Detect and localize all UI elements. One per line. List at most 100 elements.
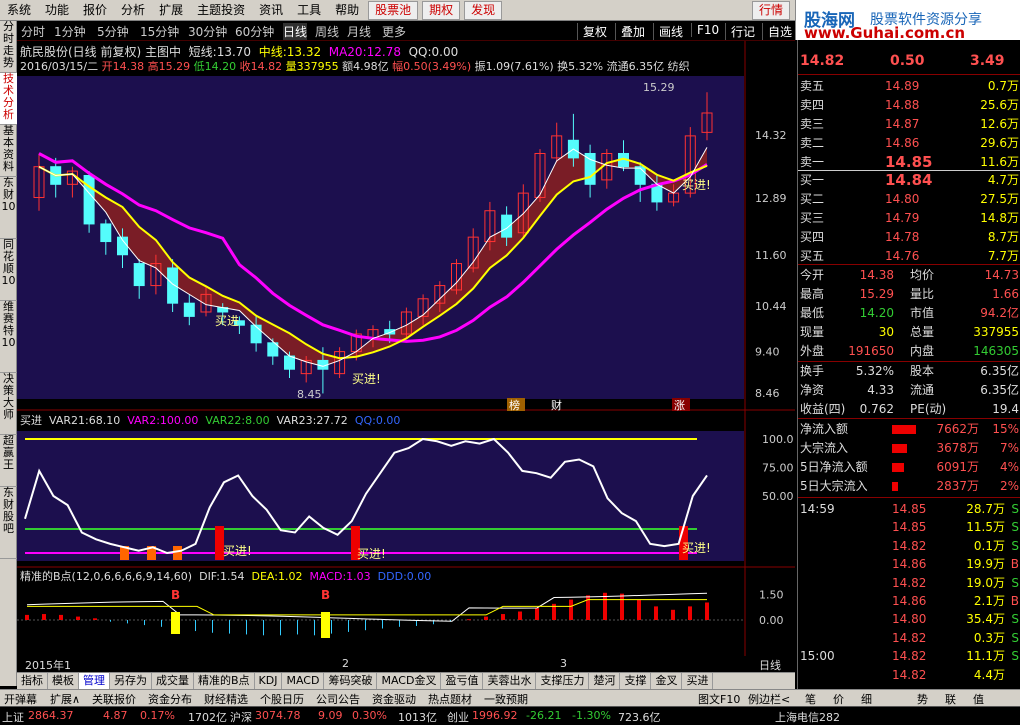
tick-row[interactable]: 14.82 0.1万 S bbox=[800, 537, 1019, 556]
left-tab-chaoying[interactable]: 超赢王 bbox=[0, 435, 17, 487]
ask-row[interactable]: 卖五 14.89 0.7万 bbox=[800, 77, 1019, 96]
tab-f10-graph[interactable]: 图文F10 bbox=[698, 691, 740, 707]
left-tab-timeshare[interactable]: 分时走势 bbox=[0, 21, 17, 73]
menu-system[interactable]: 系统 bbox=[0, 0, 38, 21]
tab-tick[interactable]: 笔 bbox=[805, 691, 816, 707]
menu-options[interactable]: 期权 bbox=[422, 0, 461, 20]
sz-label[interactable]: 沪深 bbox=[230, 709, 252, 725]
menu-quote[interactable]: 报价 bbox=[76, 0, 114, 21]
tick-row[interactable]: 14.82 0.3万 S bbox=[800, 629, 1019, 648]
left-tab-guba[interactable]: 东财股吧 bbox=[0, 487, 17, 559]
ask-row[interactable]: 卖三 14.87 12.6万 bbox=[800, 115, 1019, 134]
bid-row[interactable]: 买四 14.78 8.7万 bbox=[800, 228, 1019, 247]
tab-danmaku[interactable]: 开弹幕 bbox=[4, 691, 37, 707]
menu-function[interactable]: 功能 bbox=[38, 0, 76, 21]
tab-fund-drive[interactable]: 资金驱动 bbox=[372, 691, 416, 707]
tab-chuhe[interactable]: 楚河 bbox=[589, 673, 621, 689]
tick-row[interactable]: 14.86 19.9万 B bbox=[800, 555, 1019, 574]
left-tab-tech-analysis[interactable]: 技术分析 bbox=[0, 73, 17, 125]
draw-line-button[interactable]: 画线 bbox=[653, 23, 683, 40]
tab-golden-cross[interactable]: 金叉 bbox=[651, 673, 683, 689]
note-button[interactable]: 行记 bbox=[725, 23, 755, 40]
tab-related-quote[interactable]: 关联报价 bbox=[92, 691, 136, 707]
overlay-button[interactable]: 叠加 bbox=[615, 23, 645, 40]
left-tab-wst10[interactable]: 维赛特10 bbox=[0, 301, 17, 373]
period-timeshare[interactable]: 分时 bbox=[21, 23, 45, 40]
menu-news[interactable]: 资讯 bbox=[252, 0, 290, 21]
tab-support-pressure[interactable]: 支撑压力 bbox=[536, 673, 590, 689]
main-kline-chart[interactable]: 14.3212.8911.6010.449.408.46 8.45 15.29 … bbox=[17, 41, 795, 411]
period-60min[interactable]: 60分钟 bbox=[235, 23, 274, 40]
bid-row[interactable]: 买一 14.84 4.7万 bbox=[800, 171, 1019, 190]
tab-save-as[interactable]: 另存为 bbox=[110, 673, 152, 689]
menu-tools[interactable]: 工具 bbox=[290, 0, 328, 21]
flow-row[interactable]: 5日大宗流入 2837万 2% bbox=[800, 477, 1019, 496]
period-daily[interactable]: 日线 bbox=[283, 23, 308, 40]
flow-row[interactable]: 净流入额 7662万 15% bbox=[800, 420, 1019, 439]
indicator-buy-chart[interactable]: 100.0 75.00 50.00 买进! 买进! 买进! bbox=[17, 411, 795, 568]
tab-bpoint[interactable]: 精准的B点 bbox=[194, 673, 255, 689]
tag-limit-up[interactable]: 涨 bbox=[674, 399, 685, 411]
tab-pnl[interactable]: 盈亏值 bbox=[441, 673, 484, 689]
ask-row[interactable]: 卖四 14.88 25.6万 bbox=[800, 96, 1019, 115]
menu-help[interactable]: 帮助 bbox=[328, 0, 366, 21]
period-more[interactable]: 更多 bbox=[382, 23, 406, 40]
left-tab-ths10[interactable]: 同花顺10 bbox=[0, 239, 17, 301]
tab-announcement[interactable]: 公司公告 bbox=[316, 691, 360, 707]
left-tab-dongcai10[interactable]: 东财10 bbox=[0, 177, 17, 239]
tick-row[interactable]: 14.82 19.0万 S bbox=[800, 574, 1019, 593]
tab-price[interactable]: 价 bbox=[833, 691, 844, 707]
cy-label[interactable]: 创业 bbox=[447, 709, 469, 725]
tag-finance[interactable]: 财 bbox=[551, 398, 562, 411]
tick-row[interactable]: 15:00 14.82 11.1万 S bbox=[800, 647, 1019, 666]
menu-discover[interactable]: 发现 bbox=[464, 0, 503, 20]
flow-row[interactable]: 5日净流入额 6091万 4% bbox=[800, 458, 1019, 477]
period-5min[interactable]: 5分钟 bbox=[97, 23, 129, 40]
period-weekly[interactable]: 周线 bbox=[315, 23, 339, 40]
tab-support[interactable]: 支撑 bbox=[620, 673, 652, 689]
period-monthly[interactable]: 月线 bbox=[347, 23, 371, 40]
tab-expand[interactable]: 扩展∧ bbox=[50, 691, 80, 707]
tick-row[interactable]: 14.82 4.4万 bbox=[800, 666, 1019, 685]
tab-value[interactable]: 值 bbox=[973, 691, 984, 707]
tab-fund-dist[interactable]: 资金分布 bbox=[148, 691, 192, 707]
menu-analysis[interactable]: 分析 bbox=[114, 0, 152, 21]
self-select-button[interactable]: 自选 bbox=[762, 23, 792, 40]
menu-extend[interactable]: 扩展 bbox=[152, 0, 190, 21]
tag-rank[interactable]: 榜 bbox=[509, 398, 520, 411]
tick-row[interactable]: 14:59 14.85 28.7万 S bbox=[800, 500, 1019, 519]
tab-kdj[interactable]: KDJ bbox=[255, 673, 283, 689]
tab-sidebar[interactable]: 例边栏< bbox=[748, 691, 790, 707]
tab-template[interactable]: 模板 bbox=[48, 673, 79, 689]
period-1min[interactable]: 1分钟 bbox=[54, 23, 86, 40]
tab-link[interactable]: 联 bbox=[945, 691, 956, 707]
tab-macd[interactable]: MACD bbox=[282, 673, 325, 689]
bid-row[interactable]: 买三 14.79 14.8万 bbox=[800, 209, 1019, 228]
tick-row[interactable]: 14.86 2.1万 B bbox=[800, 592, 1019, 611]
tab-indicator[interactable]: 指标 bbox=[17, 673, 48, 689]
tab-stock-calendar[interactable]: 个股日历 bbox=[260, 691, 304, 707]
flow-row[interactable]: 大宗流入 3678万 7% bbox=[800, 439, 1019, 458]
tab-detail[interactable]: 细 bbox=[861, 691, 872, 707]
tab-consensus[interactable]: 一致预期 bbox=[484, 691, 528, 707]
tab-volume[interactable]: 成交量 bbox=[152, 673, 194, 689]
f10-button[interactable]: F10 bbox=[691, 23, 719, 37]
tab-finance-pick[interactable]: 财经精选 bbox=[204, 691, 248, 707]
tab-furong[interactable]: 芙蓉出水 bbox=[483, 673, 537, 689]
tick-row[interactable]: 14.80 35.4万 S bbox=[800, 610, 1019, 629]
period-30min[interactable]: 30分钟 bbox=[188, 23, 227, 40]
tab-trend[interactable]: 势 bbox=[917, 691, 928, 707]
tab-hot-topic[interactable]: 热点题材 bbox=[428, 691, 472, 707]
tab-macd-golden[interactable]: MACD金叉 bbox=[377, 673, 442, 689]
server-name[interactable]: 上海电信282 bbox=[775, 709, 840, 725]
left-tab-decision[interactable]: 决策大师 bbox=[0, 373, 17, 435]
left-tab-basic-info[interactable]: 基本资料 bbox=[0, 125, 17, 177]
sh-label[interactable]: 上证 bbox=[2, 709, 24, 725]
tick-row[interactable]: 14.85 11.5万 S bbox=[800, 518, 1019, 537]
tab-manage[interactable]: 管理 bbox=[79, 673, 110, 689]
tab-chip-break[interactable]: 筹码突破 bbox=[324, 673, 378, 689]
period-15min[interactable]: 15分钟 bbox=[140, 23, 179, 40]
bid-row[interactable]: 买二 14.80 27.5万 bbox=[800, 190, 1019, 209]
menu-theme-invest[interactable]: 主题投资 bbox=[190, 0, 252, 21]
ask-row[interactable]: 卖二 14.86 29.6万 bbox=[800, 134, 1019, 153]
